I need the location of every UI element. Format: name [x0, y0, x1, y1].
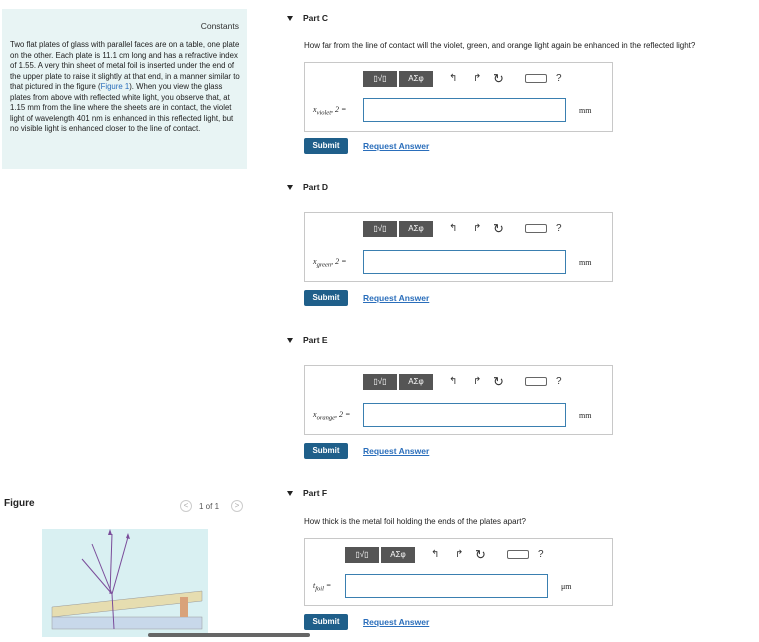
part-c-unit: mm: [579, 106, 592, 115]
part-f-question: How thick is the metal foil holding the …: [304, 517, 526, 526]
part-d-answer-input[interactable]: [363, 250, 566, 274]
part-c-submit-button[interactable]: Submit: [304, 138, 348, 154]
math-toolbar: ▯√▯ ΑΣφ ↰ ↱ ↻ ?: [363, 221, 601, 237]
part-c-request-answer-link[interactable]: Request Answer: [363, 141, 429, 151]
variable-suffix: =: [323, 581, 332, 590]
undo-icon[interactable]: ↰: [449, 374, 457, 390]
part-e-input-label: xorange, 2 =: [313, 410, 350, 422]
templates-button[interactable]: ▯√▯: [363, 374, 397, 390]
part-c-input-label: xviolet, 2 =: [313, 105, 346, 117]
undo-icon[interactable]: ↰: [431, 547, 439, 563]
templates-button[interactable]: ▯√▯: [363, 71, 397, 87]
part-e-unit: mm: [579, 411, 592, 420]
undo-icon[interactable]: ↰: [449, 221, 457, 237]
part-d-title: Part D: [303, 182, 329, 192]
part-c-answer-box: ▯√▯ ΑΣφ ↰ ↱ ↻ ? xviolet, 2 = mm: [304, 62, 613, 132]
greek-symbols-button[interactable]: ΑΣφ: [399, 221, 433, 237]
reset-icon[interactable]: ↻: [493, 221, 504, 237]
constants-panel: Constants Two flat plates of glass with …: [2, 9, 247, 169]
templates-button[interactable]: ▯√▯: [345, 547, 379, 563]
part-c-header[interactable]: Part C: [287, 13, 328, 23]
variable-suffix: , 2 =: [331, 257, 347, 266]
greek-symbols-button[interactable]: ΑΣφ: [399, 374, 433, 390]
redo-icon[interactable]: ↱: [473, 221, 481, 237]
part-e-header[interactable]: Part E: [287, 335, 328, 345]
keyboard-icon[interactable]: [507, 550, 529, 559]
part-c-answer-input[interactable]: [363, 98, 566, 122]
redo-icon[interactable]: ↱: [473, 71, 481, 87]
variable-subscript: green: [316, 261, 332, 269]
part-d-submit-button[interactable]: Submit: [304, 290, 348, 306]
variable-suffix: , 2 =: [334, 410, 351, 419]
part-f-submit-button[interactable]: Submit: [304, 614, 348, 630]
redo-icon[interactable]: ↱: [473, 374, 481, 390]
help-icon[interactable]: ?: [538, 547, 544, 563]
part-e-answer-input[interactable]: [363, 403, 566, 427]
part-d-input-label: xgreen, 2 =: [313, 257, 347, 269]
collapse-triangle-icon: [287, 338, 293, 344]
part-c-question: How far from the line of contact will th…: [304, 41, 696, 50]
constants-link[interactable]: Constants: [201, 21, 239, 31]
undo-icon[interactable]: ↰: [449, 71, 457, 87]
help-icon[interactable]: ?: [556, 71, 562, 87]
keyboard-icon[interactable]: [525, 377, 547, 386]
collapse-triangle-icon: [287, 491, 293, 497]
part-c-title: Part C: [303, 13, 329, 23]
variable-subscript: foil: [315, 585, 324, 593]
greek-symbols-button[interactable]: ΑΣφ: [399, 71, 433, 87]
collapse-triangle-icon: [287, 185, 293, 191]
redo-icon[interactable]: ↱: [455, 547, 463, 563]
horizontal-scrollbar[interactable]: [148, 633, 310, 637]
figure-label: Figure: [4, 498, 35, 509]
part-f-header[interactable]: Part F: [287, 488, 327, 498]
figure-link[interactable]: Figure 1: [101, 82, 130, 91]
part-f-request-answer-link[interactable]: Request Answer: [363, 617, 429, 627]
part-e-submit-button[interactable]: Submit: [304, 443, 348, 459]
figure-image: [42, 529, 208, 637]
collapse-triangle-icon: [287, 16, 293, 22]
reset-icon[interactable]: ↻: [475, 547, 486, 563]
greek-symbols-button[interactable]: ΑΣφ: [381, 547, 415, 563]
variable-subscript: violet: [316, 109, 332, 117]
part-d-request-answer-link[interactable]: Request Answer: [363, 293, 429, 303]
keyboard-icon[interactable]: [525, 74, 547, 83]
part-e-title: Part E: [303, 335, 328, 345]
variable-suffix: , 2 =: [331, 105, 347, 114]
part-e-request-answer-link[interactable]: Request Answer: [363, 446, 429, 456]
math-toolbar: ▯√▯ ΑΣφ ↰ ↱ ↻ ?: [363, 374, 601, 390]
part-f-answer-input[interactable]: [345, 574, 548, 598]
next-figure-button[interactable]: >: [231, 500, 243, 512]
problem-statement: Two flat plates of glass with parallel f…: [10, 40, 242, 135]
prev-figure-button[interactable]: <: [180, 500, 192, 512]
templates-button[interactable]: ▯√▯: [363, 221, 397, 237]
help-icon[interactable]: ?: [556, 374, 562, 390]
reset-icon[interactable]: ↻: [493, 71, 504, 87]
reset-icon[interactable]: ↻: [493, 374, 504, 390]
part-d-header[interactable]: Part D: [287, 182, 328, 192]
help-icon[interactable]: ?: [556, 221, 562, 237]
math-toolbar: ▯√▯ ΑΣφ ↰ ↱ ↻ ?: [345, 547, 583, 563]
part-f-input-label: tfoil =: [313, 581, 331, 593]
part-d-answer-box: ▯√▯ ΑΣφ ↰ ↱ ↻ ? xgreen, 2 = mm: [304, 212, 613, 282]
part-f-title: Part F: [303, 488, 328, 498]
glass-plates-figure: [51, 529, 203, 630]
part-d-unit: mm: [579, 258, 592, 267]
keyboard-icon[interactable]: [525, 224, 547, 233]
math-toolbar: ▯√▯ ΑΣφ ↰ ↱ ↻ ?: [363, 71, 601, 87]
variable-subscript: orange: [316, 414, 335, 422]
figure-pager: 1 of 1: [199, 502, 220, 511]
part-e-answer-box: ▯√▯ ΑΣφ ↰ ↱ ↻ ? xorange, 2 = mm: [304, 365, 613, 435]
part-f-answer-box: ▯√▯ ΑΣφ ↰ ↱ ↻ ? tfoil = μm: [304, 538, 613, 606]
part-f-unit: μm: [561, 582, 572, 591]
